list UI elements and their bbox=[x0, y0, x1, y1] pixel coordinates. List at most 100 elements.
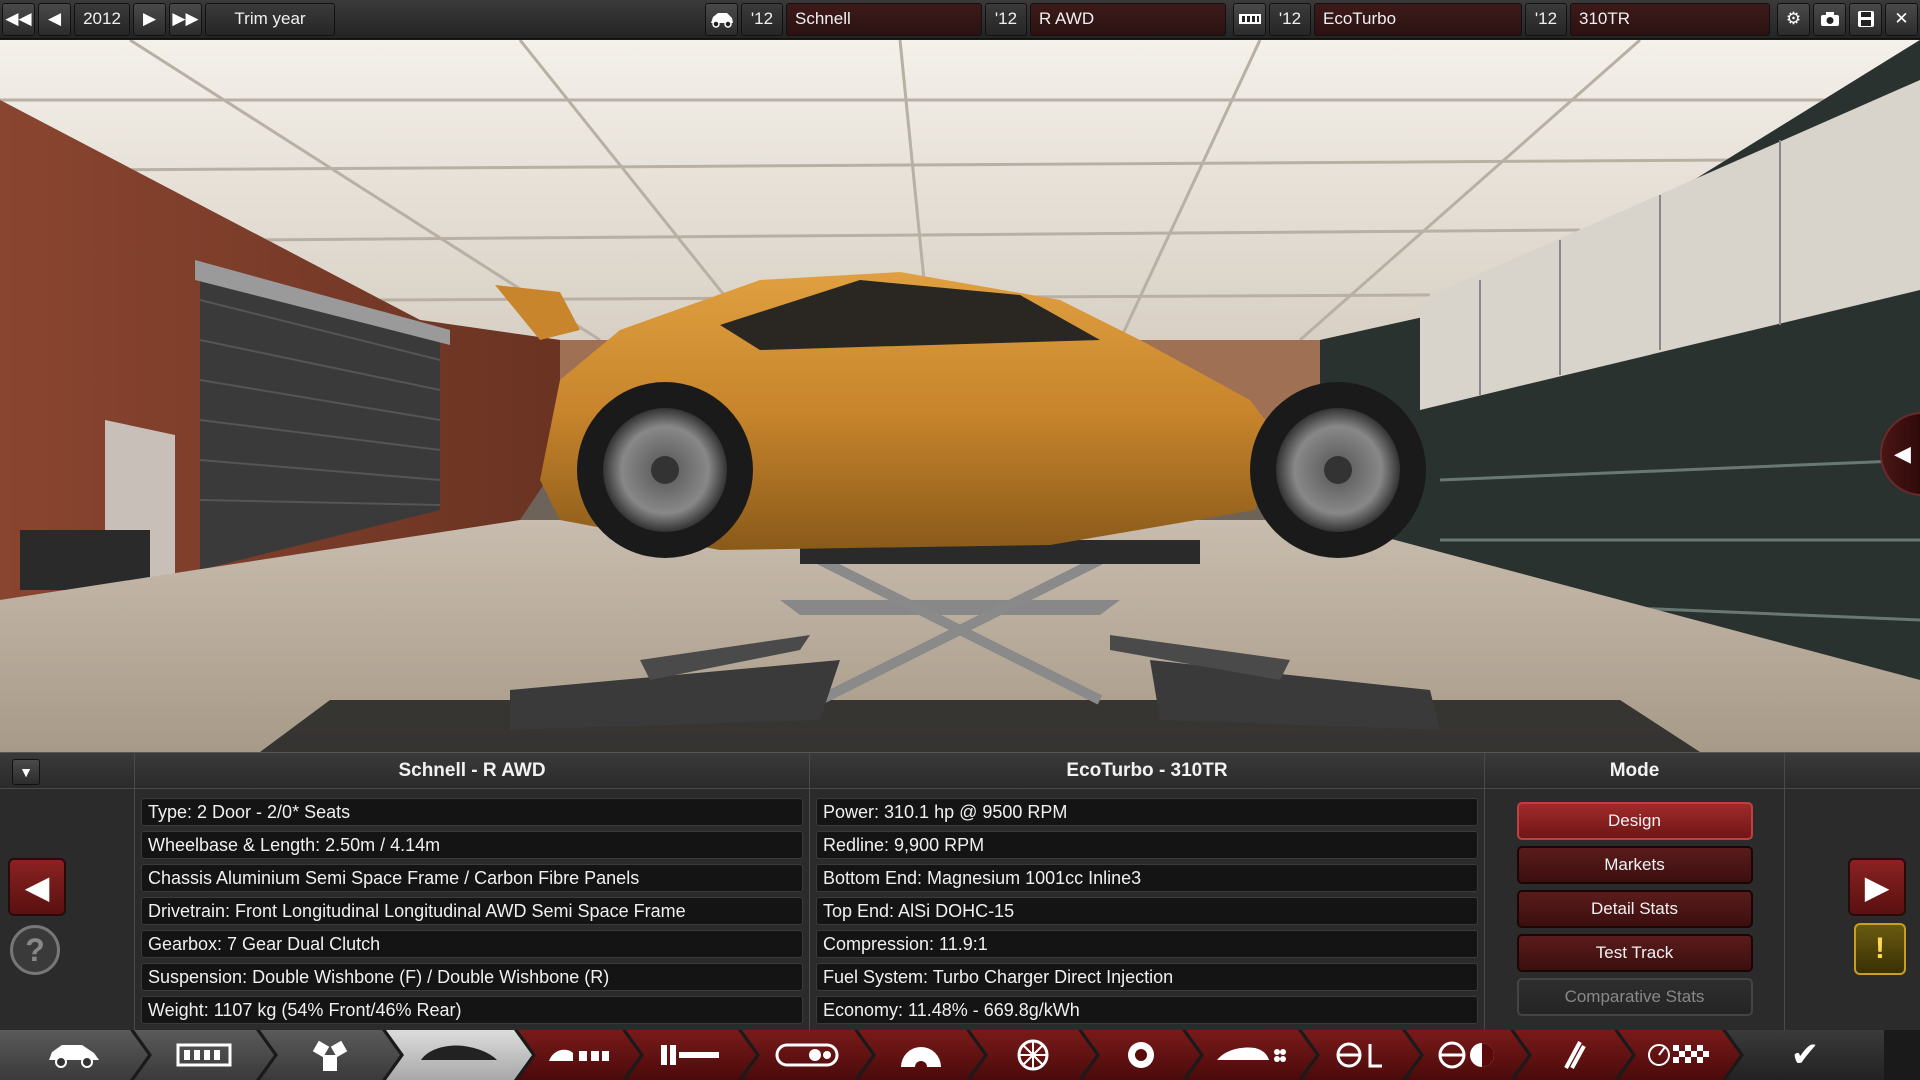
suspension-gauge-icon bbox=[897, 1041, 945, 1069]
mode-detail-stats-button[interactable]: Detail Stats bbox=[1516, 890, 1753, 928]
engine-info-column: EcoTurbo - 310TR Power: 310.1 hp @ 9500 … bbox=[809, 753, 1484, 1031]
car-trim-name-field[interactable]: R AWD bbox=[1030, 2, 1226, 36]
nav-tuning[interactable] bbox=[1406, 1030, 1528, 1080]
engine-model-year-value: '12 bbox=[1278, 9, 1302, 28]
chassis-icon bbox=[176, 1041, 232, 1069]
mode-comparative-stats-button[interactable]: Comparative Stats bbox=[1516, 978, 1753, 1016]
car-info-title: Schnell - R AWD bbox=[135, 753, 809, 789]
screenshot-button[interactable] bbox=[1813, 2, 1846, 36]
engine-power-row: Power: 310.1 hp @ 9500 RPM bbox=[816, 798, 1478, 826]
nav-seats[interactable] bbox=[518, 1030, 640, 1080]
prev-year-button[interactable]: ◀ bbox=[38, 2, 71, 36]
mode-design-button[interactable]: Design bbox=[1516, 802, 1753, 840]
nav-body[interactable] bbox=[386, 1030, 532, 1080]
chevron-down-icon: ▼ bbox=[19, 764, 33, 780]
camera-icon bbox=[1820, 12, 1839, 26]
save-disk-icon bbox=[1857, 11, 1874, 27]
mode-button-list: Design Markets Detail Stats Test Track C… bbox=[1485, 789, 1784, 1016]
nav-finish[interactable]: ✔ bbox=[1726, 1030, 1884, 1080]
nav-engine[interactable] bbox=[260, 1030, 400, 1080]
car-model-name: Schnell bbox=[795, 9, 851, 28]
testing-flag-icon bbox=[1647, 1041, 1711, 1069]
car-info-list: Type: 2 Door - 2/0* Seats Wheelbase & Le… bbox=[135, 789, 809, 1024]
engine-variant-name-field[interactable]: 310TR bbox=[1570, 2, 1770, 36]
car-selector-button[interactable] bbox=[705, 2, 738, 36]
engine-selector-button[interactable] bbox=[1233, 2, 1266, 36]
nav-chassis[interactable] bbox=[134, 1030, 274, 1080]
last-year-button[interactable]: ▶▶ bbox=[169, 2, 202, 36]
year-field[interactable]: 2012 bbox=[74, 2, 130, 36]
car-suspension-row: Suspension: Double Wishbone (F) / Double… bbox=[141, 963, 803, 991]
save-button[interactable] bbox=[1849, 2, 1882, 36]
game-window: ◀◀ ◀ 2012 ▶ ▶▶ Trim year '12 Schnell '12… bbox=[0, 0, 1920, 1080]
nav-drivetrain[interactable] bbox=[742, 1030, 872, 1080]
year-value: 2012 bbox=[83, 9, 121, 28]
tools-icon bbox=[1558, 1038, 1588, 1072]
engine-model-name-field[interactable]: EcoTurbo bbox=[1314, 2, 1522, 36]
engine-block-icon bbox=[1238, 14, 1261, 24]
nav-car-overview[interactable] bbox=[0, 1030, 148, 1080]
settings-button[interactable]: ⚙ bbox=[1777, 2, 1810, 36]
designer-stage-nav: ✔ bbox=[0, 1030, 1920, 1080]
left-controls: ▼ ◀ ? bbox=[0, 753, 134, 1031]
car-trim-year-value: '12 bbox=[994, 9, 1018, 28]
nav-aero[interactable] bbox=[1186, 1030, 1316, 1080]
car-model-year[interactable]: '12 bbox=[741, 2, 783, 36]
engine-variant-year-value: '12 bbox=[1534, 9, 1558, 28]
warnings-button[interactable]: ! bbox=[1854, 923, 1906, 975]
car-info-column: Schnell - R AWD Type: 2 Door - 2/0* Seat… bbox=[134, 753, 809, 1031]
car-wheelbase-row: Wheelbase & Length: 2.50m / 4.14m bbox=[141, 831, 803, 859]
engine-variant-name: 310TR bbox=[1579, 9, 1631, 28]
brake-disc-icon bbox=[1126, 1040, 1156, 1070]
interior-icon bbox=[659, 1043, 723, 1067]
left-controls-header: ▼ bbox=[0, 753, 134, 789]
nav-testing[interactable] bbox=[1618, 1030, 1740, 1080]
nav-brakes[interactable] bbox=[1082, 1030, 1200, 1080]
engine-info-list: Power: 310.1 hp @ 9500 RPM Redline: 9,90… bbox=[810, 789, 1484, 1024]
engine-model-year[interactable]: '12 bbox=[1269, 2, 1311, 36]
help-button[interactable]: ? bbox=[10, 925, 60, 975]
arrow-left-icon: ◀ bbox=[24, 869, 50, 905]
next-icon: ▶ bbox=[142, 9, 157, 28]
previous-car-button[interactable]: ◀ bbox=[8, 858, 66, 916]
steering-icon bbox=[1336, 1040, 1386, 1070]
engine-bottom-end-row: Bottom End: Magnesium 1001cc Inline3 bbox=[816, 864, 1478, 892]
engine-compression-row: Compression: 11.9:1 bbox=[816, 930, 1478, 958]
nav-steering[interactable] bbox=[1302, 1030, 1420, 1080]
prev-icon: ◀ bbox=[47, 9, 62, 28]
trim-year-button[interactable]: Trim year bbox=[205, 2, 335, 36]
car-model-name-field[interactable]: Schnell bbox=[786, 2, 982, 36]
car-chassis-row: Chassis Aluminium Semi Space Frame / Car… bbox=[141, 864, 803, 892]
collapse-panel-button[interactable]: ▼ bbox=[12, 759, 40, 785]
finish-check-icon: ✔ bbox=[1790, 1036, 1820, 1074]
first-year-button[interactable]: ◀◀ bbox=[2, 2, 35, 36]
next-year-button[interactable]: ▶ bbox=[133, 2, 166, 36]
nav-suspension[interactable] bbox=[858, 1030, 984, 1080]
tuning-icon bbox=[1437, 1040, 1497, 1070]
car-drivetrain-row: Drivetrain: Front Longitudinal Longitudi… bbox=[141, 897, 803, 925]
car-3d-viewport[interactable]: ◀ bbox=[0, 40, 1920, 752]
nav-interior[interactable] bbox=[626, 1030, 756, 1080]
engine-economy-row: Economy: 11.48% - 669.8g/kWh bbox=[816, 996, 1478, 1024]
car-gearbox-row: Gearbox: 7 Gear Dual Clutch bbox=[141, 930, 803, 958]
mode-test-track-button[interactable]: Test Track bbox=[1516, 934, 1753, 972]
warning-icon: ! bbox=[1875, 932, 1885, 965]
drivetrain-icon bbox=[775, 1041, 839, 1069]
car-body-icon bbox=[419, 1042, 499, 1068]
mode-markets-button[interactable]: Markets bbox=[1516, 846, 1753, 884]
trim-year-label: Trim year bbox=[234, 9, 306, 28]
gear-icon: ⚙ bbox=[1785, 9, 1802, 28]
engine-fuel-system-row: Fuel System: Turbo Charger Direct Inject… bbox=[816, 963, 1478, 991]
car-trim-name: R AWD bbox=[1039, 9, 1095, 28]
engine-icon bbox=[305, 1037, 355, 1073]
seats-icon bbox=[547, 1043, 611, 1067]
top-toolbar: ◀◀ ◀ 2012 ▶ ▶▶ Trim year '12 Schnell '12… bbox=[0, 0, 1920, 39]
close-button[interactable]: ✕ bbox=[1885, 2, 1918, 36]
car-type-row: Type: 2 Door - 2/0* Seats bbox=[141, 798, 803, 826]
car-trim-year[interactable]: '12 bbox=[985, 2, 1027, 36]
nav-wheels[interactable] bbox=[970, 1030, 1096, 1080]
engine-variant-year[interactable]: '12 bbox=[1525, 2, 1567, 36]
nav-tools[interactable] bbox=[1514, 1030, 1632, 1080]
fast-forward-icon: ▶▶ bbox=[172, 9, 199, 28]
next-car-button[interactable]: ▶ bbox=[1848, 858, 1906, 916]
